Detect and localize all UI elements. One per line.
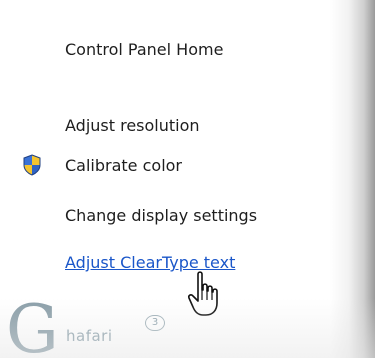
watermark-logo: G hafari 3 xyxy=(6,297,166,358)
adjust-resolution-link[interactable]: Adjust resolution xyxy=(65,116,200,136)
watermark-badge: 3 xyxy=(145,315,165,331)
change-display-settings-link[interactable]: Change display settings xyxy=(65,206,257,226)
calibrate-color-link[interactable]: Calibrate color xyxy=(65,156,182,176)
uac-shield-icon xyxy=(23,154,41,176)
watermark-letter: G xyxy=(6,291,59,358)
control-panel-sidebar: Control Panel Home Adjust resolution Cal… xyxy=(0,0,375,358)
control-panel-home-link[interactable]: Control Panel Home xyxy=(65,40,223,60)
hand-pointer-cursor-icon xyxy=(188,271,218,316)
watermark-text: hafari xyxy=(66,327,113,345)
